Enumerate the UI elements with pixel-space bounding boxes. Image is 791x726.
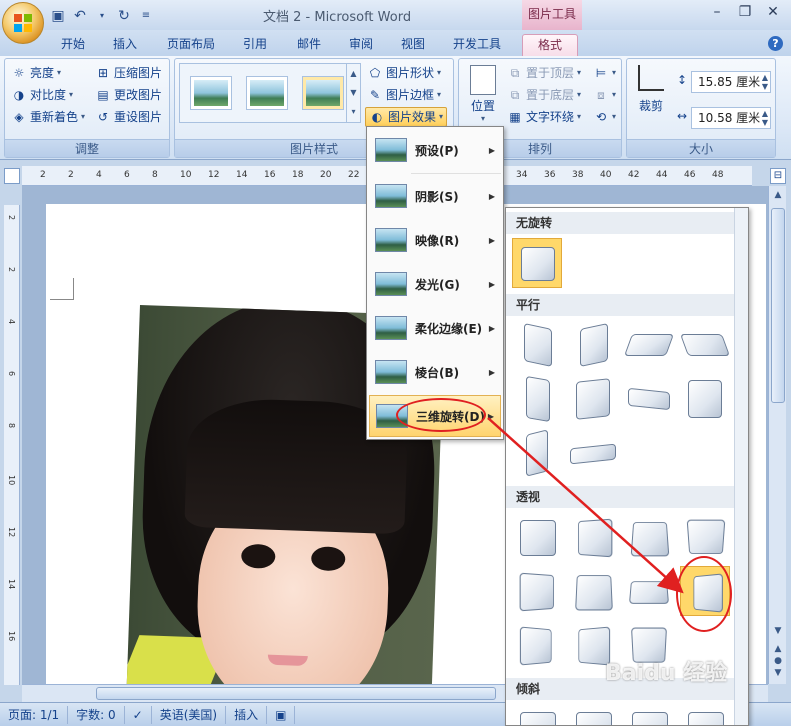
highlight-circle-3d-rotation (396, 398, 486, 432)
annotation-arrow (487, 417, 684, 594)
highlight-circle-perspective (676, 556, 732, 632)
watermark: Baidu 经验 (605, 661, 728, 686)
